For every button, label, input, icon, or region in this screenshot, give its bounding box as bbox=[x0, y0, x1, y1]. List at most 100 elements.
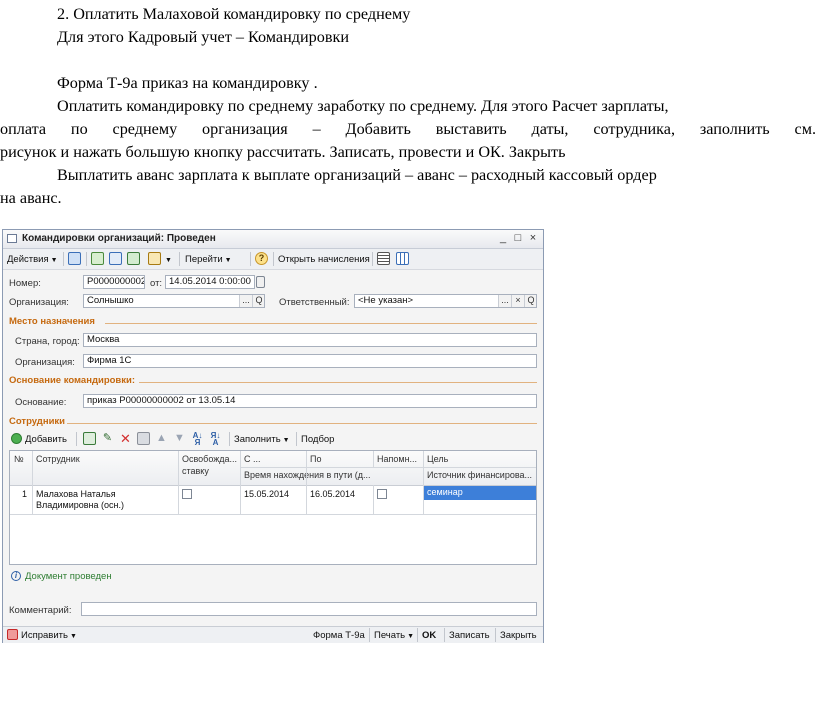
columns-icon[interactable] bbox=[396, 252, 409, 265]
row-goal: семинар bbox=[427, 487, 463, 497]
toolbar-separator bbox=[444, 628, 445, 642]
search-icon[interactable]: Q bbox=[524, 295, 536, 307]
refresh-icon[interactable] bbox=[109, 252, 122, 265]
row-goal-selected[interactable]: семинар bbox=[424, 486, 536, 500]
select-button[interactable]: Подбор bbox=[301, 433, 334, 446]
toolbar-separator bbox=[179, 252, 180, 266]
close-window-button[interactable]: Закрыть bbox=[500, 629, 537, 642]
structure-caret[interactable]: ▼ bbox=[163, 253, 172, 266]
responsible-label: Ответственный: bbox=[279, 297, 350, 308]
column-goal[interactable]: Цель bbox=[427, 454, 448, 464]
section-employees: Сотрудники bbox=[9, 416, 66, 427]
column-from[interactable]: С ... bbox=[244, 454, 261, 464]
ok-button[interactable]: OK bbox=[422, 629, 436, 642]
row-date-from: 15.05.2014 bbox=[244, 489, 290, 499]
column-divider bbox=[240, 451, 241, 514]
caret-down-icon: ▼ bbox=[69, 633, 77, 640]
calendar-icon[interactable] bbox=[256, 276, 265, 288]
goto-menu[interactable]: Перейти ▼ bbox=[185, 253, 232, 266]
close-button[interactable]: × bbox=[527, 232, 539, 245]
actions-menu[interactable]: Действия ▼ bbox=[7, 253, 58, 266]
end-edit-icon[interactable] bbox=[137, 432, 150, 445]
search-icon[interactable]: Q bbox=[252, 295, 264, 307]
sort-ascending-icon[interactable]: A↓ Я bbox=[191, 432, 204, 447]
doc-para2-line2: на аванс. bbox=[0, 189, 62, 207]
section-basis: Основание командировки: bbox=[9, 375, 136, 386]
row-divider bbox=[10, 514, 536, 515]
post-icon[interactable] bbox=[127, 252, 140, 265]
date-field[interactable]: 14.05.2014 0:00:00 bbox=[165, 275, 255, 289]
column-divider bbox=[423, 451, 424, 514]
save-icon[interactable] bbox=[91, 252, 104, 265]
bottom-command-bar: Исправить ▼ Форма Т-9а Печать ▼ OK Записат… bbox=[3, 626, 543, 643]
doc-line-3: Форма Т-9а приказ на командировку . bbox=[57, 74, 318, 92]
goto-label: Перейти bbox=[185, 254, 223, 265]
remind-checkbox[interactable] bbox=[377, 489, 387, 499]
organization-field[interactable]: Солнышко ... Q bbox=[83, 294, 265, 308]
delete-icon[interactable]: ✕ bbox=[119, 432, 132, 445]
country-city-field[interactable]: Москва bbox=[83, 333, 537, 347]
destination-org-label: Организация: bbox=[15, 357, 75, 368]
fix-label: Исправить bbox=[21, 630, 68, 641]
copy-icon[interactable] bbox=[83, 432, 96, 445]
window-title: Командировки организаций: Проведен bbox=[22, 233, 216, 244]
column-divider bbox=[306, 451, 307, 485]
header-divider bbox=[240, 467, 536, 468]
toolbar-separator bbox=[495, 628, 496, 642]
add-button[interactable]: Добавить bbox=[25, 433, 67, 446]
doc-para1-line2: оплата по среднему организация – Добавит… bbox=[0, 120, 816, 138]
list-icon[interactable] bbox=[377, 252, 390, 265]
column-time-on-road[interactable]: Время нахождения в пути (д... bbox=[244, 470, 371, 480]
help-icon[interactable]: ? bbox=[255, 252, 268, 265]
basis-field[interactable]: приказ Р00000000002 от 13.05.14 bbox=[83, 394, 537, 408]
column-divider bbox=[373, 485, 374, 514]
column-divider bbox=[306, 485, 307, 514]
column-remind[interactable]: Напомн... bbox=[377, 454, 417, 464]
column-employee[interactable]: Сотрудник bbox=[36, 454, 80, 464]
column-divider bbox=[178, 451, 179, 514]
doc-para2-line1: Выплатить аванс зарплата к выплате орган… bbox=[57, 166, 657, 184]
print-menu[interactable]: Печать ▼ bbox=[374, 629, 414, 642]
fix-menu[interactable]: Исправить ▼ bbox=[21, 629, 77, 642]
minimize-button[interactable]: _ bbox=[497, 232, 509, 245]
toolbar-separator bbox=[296, 432, 297, 446]
clear-icon[interactable]: × bbox=[511, 295, 524, 307]
column-to[interactable]: По bbox=[310, 454, 321, 464]
edit-icon[interactable]: ✎ bbox=[101, 432, 114, 445]
sort-descending-icon[interactable]: Я↓ A bbox=[209, 432, 222, 447]
structure-icon[interactable] bbox=[148, 252, 161, 265]
employees-table: № Сотрудник Освобожда... ставку С ... По… bbox=[9, 450, 537, 565]
toolbar-separator bbox=[63, 252, 64, 266]
document-icon bbox=[7, 234, 17, 243]
column-release[interactable]: Освобожда... bbox=[182, 454, 237, 464]
column-funding[interactable]: Источник финансирова... bbox=[427, 470, 532, 480]
form-t9a-button[interactable]: Форма Т-9а bbox=[313, 629, 365, 642]
row-employee-line1: Малахова Наталья bbox=[36, 489, 116, 499]
move-up-icon[interactable]: ▲ bbox=[155, 432, 168, 445]
post-and-close-icon[interactable] bbox=[68, 252, 81, 265]
column-number[interactable]: № bbox=[14, 454, 24, 464]
number-field[interactable]: Р0000000002 bbox=[83, 275, 145, 289]
date-label: от: bbox=[150, 278, 163, 289]
country-city-label: Страна, город: bbox=[15, 336, 80, 347]
save-button[interactable]: Записать bbox=[449, 629, 490, 642]
release-checkbox[interactable] bbox=[182, 489, 192, 499]
responsible-select-button[interactable]: ... bbox=[498, 295, 511, 307]
caret-down-icon: ▼ bbox=[407, 633, 415, 640]
row-employee-line2: Владимировна (осн.) bbox=[36, 500, 124, 510]
caret-down-icon: ▼ bbox=[282, 437, 290, 444]
number-label: Номер: bbox=[9, 278, 41, 289]
open-accruals-button[interactable]: Открыть начисления bbox=[278, 253, 370, 266]
move-down-icon[interactable]: ▼ bbox=[173, 432, 186, 445]
column-divider bbox=[32, 451, 33, 514]
organization-select-button[interactable]: ... bbox=[239, 295, 252, 307]
toolbar-separator bbox=[273, 252, 274, 266]
maximize-button[interactable]: □ bbox=[512, 232, 524, 245]
organization-value: Солнышко bbox=[87, 295, 134, 306]
responsible-field[interactable]: <Не указан> ... × Q bbox=[354, 294, 537, 308]
column-release-line2: ставку bbox=[182, 466, 209, 476]
comment-field[interactable] bbox=[81, 602, 537, 616]
fill-menu[interactable]: Заполнить ▼ bbox=[234, 433, 290, 446]
business-trip-window: Командировки организаций: Проведен _ □ ×… bbox=[2, 229, 544, 643]
destination-org-field[interactable]: Фирма 1С bbox=[83, 354, 537, 368]
